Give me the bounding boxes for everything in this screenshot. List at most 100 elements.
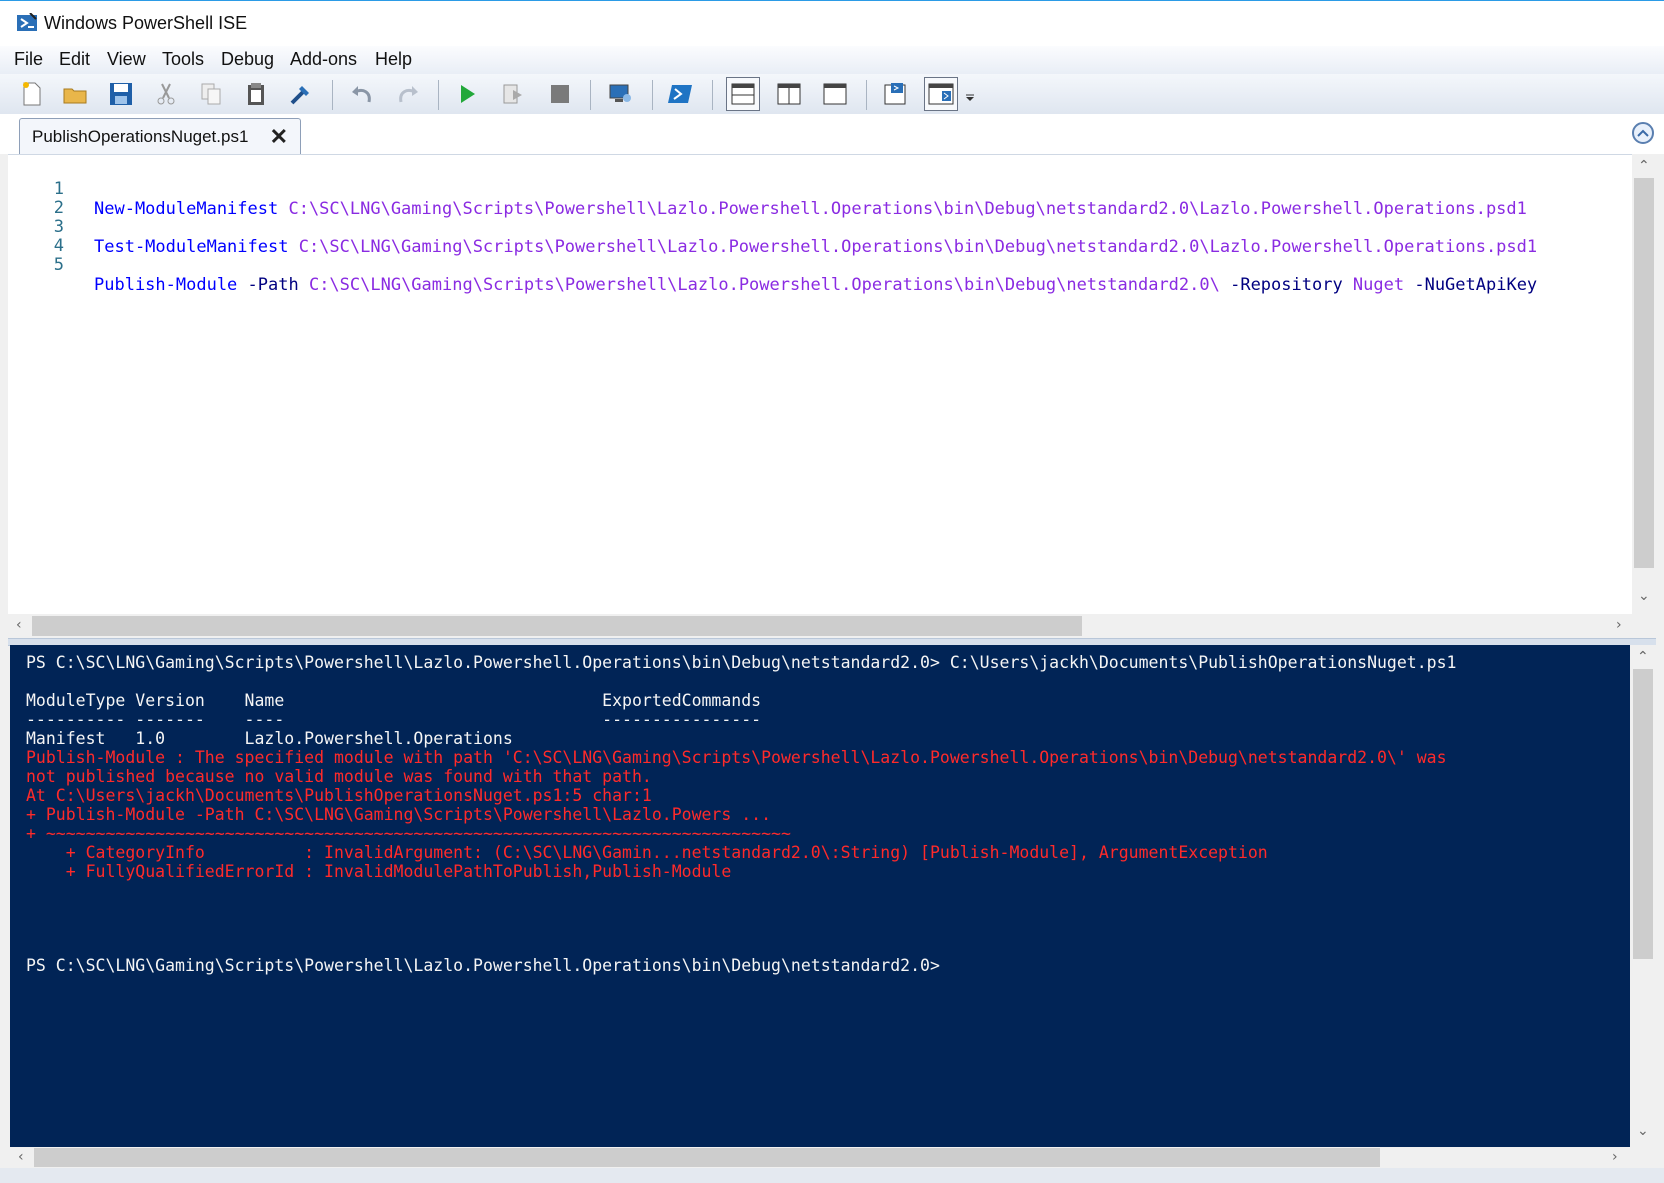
cut-icon — [157, 83, 175, 105]
close-icon[interactable]: ✕ — [270, 124, 288, 150]
cmdlet-token: Publish-Module — [94, 275, 238, 295]
error-line: not published because no valid module wa… — [26, 767, 652, 786]
undo-button[interactable] — [348, 80, 376, 108]
status-strip — [0, 1168, 1664, 1183]
scroll-left-icon[interactable]: ‹ — [18, 1149, 24, 1165]
console-vertical-scrollbar[interactable]: ⌃ ⌄ — [1630, 645, 1656, 1147]
new-file-icon — [23, 82, 41, 106]
command-add-on-icon — [928, 83, 954, 105]
redo-icon — [399, 86, 418, 103]
powershell-ise-icon — [17, 13, 37, 31]
error-line: At C:\Users\jackh\Documents\PublishOpera… — [26, 786, 652, 805]
open-folder-icon — [63, 88, 87, 104]
show-commands-button[interactable] — [924, 77, 958, 111]
run-selection-icon — [503, 84, 522, 104]
stop-icon — [551, 85, 569, 103]
new-remote-tab-button[interactable] — [606, 80, 634, 108]
scroll-up-icon[interactable]: ⌃ — [1637, 649, 1649, 665]
menu-tools[interactable]: Tools — [162, 49, 204, 70]
scroll-thumb[interactable] — [1634, 178, 1654, 568]
parameter-token: -NuGetApiKey — [1404, 275, 1538, 295]
error-line: Publish-Module : The specified module wi… — [26, 748, 1447, 767]
save-icon — [110, 83, 132, 105]
argument-token: C:\SC\LNG\Gaming\Scripts\Powershell\Lazl… — [298, 275, 1220, 295]
console-prompt: PS C:\SC\LNG\Gaming\Scripts\Powershell\L… — [26, 956, 940, 975]
console-pane[interactable]: PS C:\SC\LNG\Gaming\Scripts\Powershell\L… — [10, 645, 1630, 1147]
chevron-down-icon — [966, 94, 974, 101]
undo-icon — [352, 86, 371, 103]
scroll-thumb[interactable] — [1633, 669, 1653, 959]
scroll-down-icon[interactable]: ⌄ — [1637, 1123, 1649, 1139]
console-line: ---------- ------- ---- ---------------- — [26, 710, 762, 729]
menu-file[interactable]: File — [14, 49, 43, 70]
run-script-button[interactable] — [453, 80, 481, 108]
scroll-thumb[interactable] — [34, 1148, 1380, 1167]
toolbar-separator — [332, 80, 333, 110]
show-script-pane-button[interactable] — [882, 80, 910, 108]
editor-horizontal-scrollbar[interactable]: ‹ › — [8, 614, 1632, 638]
console-line: PS C:\SC\LNG\Gaming\Scripts\Powershell\L… — [26, 653, 1457, 672]
title-bar: Windows PowerShell ISE — [0, 0, 1664, 46]
play-icon — [461, 85, 475, 103]
remote-computer-icon — [609, 84, 631, 102]
window-title: Windows PowerShell ISE — [44, 13, 248, 33]
show-script-pane-right-button[interactable] — [775, 80, 803, 108]
scroll-down-icon[interactable]: ⌄ — [1638, 588, 1650, 604]
toolbar-separator — [652, 80, 653, 110]
start-powershell-button[interactable] — [667, 80, 695, 108]
save-button[interactable] — [107, 80, 135, 108]
menu-edit[interactable]: Edit — [59, 49, 90, 70]
script-editor[interactable]: 1 New-ModuleManifest C:\SC\LNG\Gaming\Sc… — [8, 154, 1632, 615]
toolbar — [0, 74, 1664, 114]
code-line: 1 New-ModuleManifest C:\SC\LNG\Gaming\Sc… — [8, 159, 1632, 219]
stop-button[interactable] — [546, 80, 574, 108]
show-script-pane-maximized-button[interactable] — [821, 80, 849, 108]
code-line: 2 — [8, 178, 1632, 218]
paste-icon — [248, 83, 264, 105]
copy-button[interactable] — [197, 80, 225, 108]
tab-label: PublishOperationsNuget.ps1 — [32, 127, 249, 146]
collapse-script-pane-button[interactable] — [1632, 122, 1654, 144]
scroll-up-icon[interactable]: ⌃ — [1638, 158, 1650, 174]
script-tab-strip: PublishOperationsNuget.ps1 ✕ — [0, 114, 1664, 154]
layout-right-icon — [777, 83, 801, 105]
scroll-left-icon[interactable]: ‹ — [16, 617, 22, 633]
toolbar-separator — [438, 80, 439, 110]
brush-icon — [290, 86, 309, 105]
error-line: + Publish-Module -Path C:\SC\LNG\Gaming\… — [26, 805, 772, 824]
error-line: + FullyQualifiedErrorId : InvalidModuleP… — [26, 862, 732, 881]
menu-help[interactable]: Help — [375, 49, 412, 70]
script-pane-icon — [884, 83, 906, 105]
cut-button[interactable] — [152, 80, 180, 108]
open-button[interactable] — [62, 80, 90, 108]
parameter-token: -Repository — [1219, 275, 1343, 295]
chevron-up-icon — [1637, 129, 1649, 137]
copy-icon — [201, 83, 221, 105]
tab-publishoperationsnuget[interactable]: PublishOperationsNuget.ps1 ✕ — [19, 118, 301, 154]
menu-add-ons[interactable]: Add-ons — [290, 49, 357, 70]
clear-console-button[interactable] — [287, 80, 315, 108]
scroll-thumb[interactable] — [32, 616, 1082, 636]
menu-debug[interactable]: Debug — [221, 49, 274, 70]
editor-vertical-scrollbar[interactable]: ⌃ ⌄ — [1632, 154, 1656, 614]
menu-bar: File Edit View Tools Debug Add-ons Help — [0, 46, 1664, 74]
new-file-button[interactable] — [18, 80, 46, 108]
line-number: 5 — [53, 255, 64, 275]
console-line: Manifest 1.0 Lazlo.Powershell.Operations — [26, 729, 513, 748]
scroll-right-icon[interactable]: › — [1616, 617, 1622, 633]
scroll-right-icon[interactable]: › — [1612, 1149, 1618, 1165]
argument-token: Nuget — [1342, 275, 1405, 295]
toolbar-separator — [712, 80, 713, 110]
redo-button[interactable] — [394, 80, 422, 108]
toolbar-separator — [590, 80, 591, 110]
powershell-icon — [668, 85, 692, 103]
run-selection-button[interactable] — [499, 80, 527, 108]
menu-view[interactable]: View — [107, 49, 146, 70]
console-horizontal-scrollbar[interactable]: ‹ › — [10, 1147, 1630, 1168]
code-line: 3 Test-ModuleManifest C:\SC\LNG\Gaming\S… — [8, 197, 1632, 257]
paste-button[interactable] — [242, 80, 270, 108]
error-line: + ~~~~~~~~~~~~~~~~~~~~~~~~~~~~~~~~~~~~~~… — [26, 824, 791, 843]
toolbar-overflow-button[interactable] — [962, 80, 978, 108]
layout-top-icon — [731, 83, 755, 105]
show-script-pane-top-button[interactable] — [726, 77, 760, 111]
